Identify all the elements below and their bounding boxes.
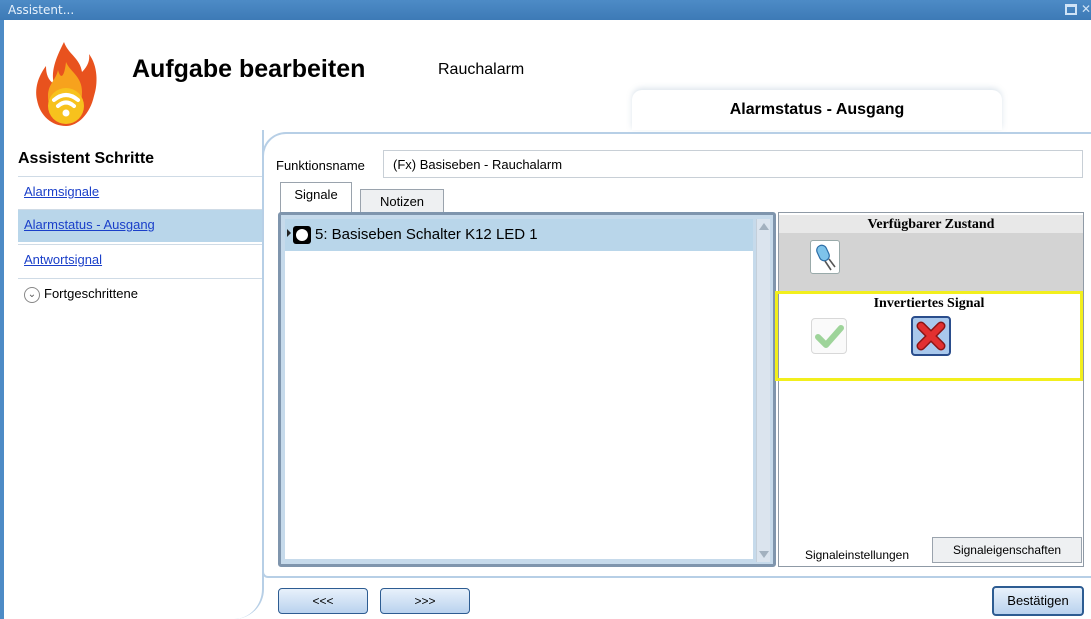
led-state-button[interactable] — [810, 240, 840, 274]
list-item[interactable]: 5: Basiseben Schalter K12 LED 1 — [285, 219, 753, 251]
page-subtitle: Rauchalarm — [438, 61, 525, 78]
led-signal-icon — [293, 226, 311, 244]
signal-list-content: 5: Basiseben Schalter K12 LED 1 — [285, 219, 753, 559]
available-state-title: Verfügbarer Zustand — [779, 215, 1083, 235]
led-icon — [816, 244, 836, 271]
inverted-signal-title: Invertiertes Signal — [873, 296, 985, 311]
sidebar-item-antwortsignal[interactable]: Antwortsignal — [18, 244, 262, 277]
page-title: Aufgabe bearbeiten — [132, 55, 366, 83]
signal-settings-panel: Verfügbarer Zustand Signaleinstellungen … — [778, 212, 1084, 567]
confirm-button[interactable]: Bestätigen — [992, 586, 1084, 616]
title-bar: Assistent... ✕ — [0, 0, 1091, 20]
advanced-label: Fortgeschrittene — [44, 286, 138, 301]
sidebar-item-advanced[interactable]: ⌄ Fortgeschrittene — [18, 278, 262, 311]
sidebar-link[interactable]: Alarmstatus - Ausgang — [24, 217, 155, 232]
function-name-input[interactable]: (Fx) Basiseben - Rauchalarm — [383, 150, 1083, 178]
signal-label: 5: Basiseben Schalter K12 LED 1 — [315, 226, 538, 243]
tab-signale[interactable]: Signale — [280, 182, 352, 214]
sidebar-item-alarmstatus-ausgang[interactable]: Alarmstatus - Ausgang — [18, 209, 262, 242]
tab-signaleigenschaften[interactable]: Signaleigenschaften — [932, 537, 1082, 563]
check-icon — [815, 325, 844, 348]
tab-signaleinstellungen[interactable]: Signaleinstellungen — [787, 543, 927, 569]
check-button[interactable] — [811, 318, 847, 354]
signal-list: 5: Basiseben Schalter K12 LED 1 — [278, 212, 776, 567]
maximize-icon[interactable] — [1065, 4, 1077, 15]
sidebar-link[interactable]: Antwortsignal — [24, 252, 102, 267]
scroll-up-icon[interactable] — [759, 223, 769, 230]
window-title: Assistent... — [8, 3, 75, 17]
close-icon[interactable]: ✕ — [1081, 2, 1091, 16]
scroll-down-icon[interactable] — [759, 551, 769, 558]
sidebar-link[interactable]: Alarmsignale — [24, 184, 99, 199]
smoke-alarm-flame-icon — [36, 42, 97, 126]
row-pointer-icon — [287, 229, 291, 237]
sidebar-title: Assistent Schritte — [18, 150, 155, 167]
inverted-signal-section: Invertiertes Signal — [775, 291, 1083, 381]
next-button[interactable]: >>> — [380, 588, 470, 614]
chevron-down-icon[interactable]: ⌄ — [24, 286, 40, 303]
x-button[interactable] — [911, 316, 951, 356]
available-state-area — [779, 233, 1083, 291]
back-button[interactable]: <<< — [278, 588, 368, 614]
function-name-label: Funktionsname — [276, 158, 365, 173]
current-step-header: Alarmstatus - Ausgang — [632, 90, 1002, 130]
sidebar-item-alarmsignale[interactable]: Alarmsignale — [18, 176, 262, 209]
vertical-scrollbar[interactable] — [756, 219, 770, 562]
x-icon — [916, 321, 946, 351]
